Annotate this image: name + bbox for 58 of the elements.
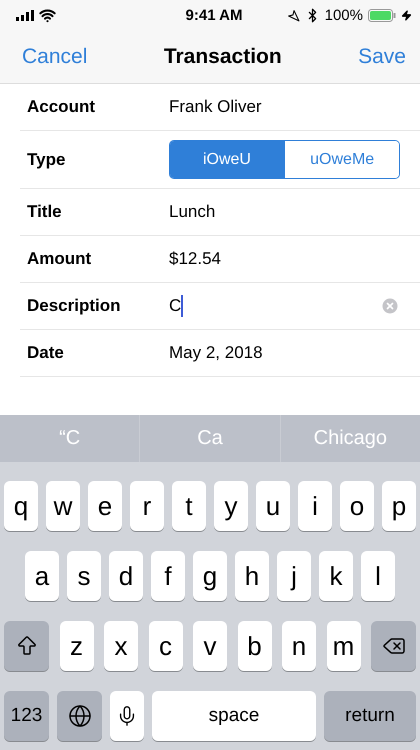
letter-key[interactable]: c	[148, 621, 182, 671]
field-label: Description	[26, 296, 122, 316]
return-key[interactable]: return	[324, 691, 416, 741]
letter-key[interactable]: s	[67, 551, 101, 601]
letter-key[interactable]: h	[235, 551, 269, 601]
text-cursor	[181, 295, 184, 317]
shift-key[interactable]	[4, 621, 49, 671]
field-label: Account	[26, 97, 96, 117]
wifi-icon	[39, 6, 56, 24]
letter-key[interactable]: i	[298, 481, 332, 531]
letter-key[interactable]: u	[256, 481, 290, 531]
letter-key[interactable]: v	[193, 621, 227, 671]
cancel-button[interactable]: Cancel	[22, 44, 88, 68]
battery-icon	[368, 8, 396, 22]
field-label: Title	[26, 202, 63, 222]
letter-key[interactable]: r	[130, 481, 164, 531]
letter-key[interactable]: d	[109, 551, 143, 601]
field-label: Date	[26, 343, 65, 363]
description-field[interactable]: C	[169, 295, 400, 317]
letter-key[interactable]: b	[238, 621, 272, 671]
letter-key[interactable]: y	[214, 481, 248, 531]
save-button[interactable]: Save	[358, 44, 406, 68]
microphone-key[interactable]	[110, 691, 144, 741]
signal-icon	[16, 10, 34, 20]
charging-icon	[401, 10, 412, 20]
nav-title: Transaction	[164, 44, 282, 68]
field-value: Frank Oliver	[169, 97, 262, 117]
globe-key[interactable]	[57, 691, 102, 741]
letter-key[interactable]: t	[172, 481, 206, 531]
letter-key[interactable]: e	[88, 481, 122, 531]
letter-key[interactable]: q	[4, 481, 38, 531]
letter-key[interactable]: w	[46, 481, 80, 531]
globe-icon	[68, 704, 92, 728]
field-label: Type	[26, 150, 66, 170]
field-value: $12.54	[169, 249, 221, 269]
segment-button[interactable]: iOweU	[170, 141, 284, 178]
field-value: May 2, 2018	[169, 343, 263, 363]
letter-key[interactable]: o	[340, 481, 374, 531]
letter-key[interactable]: n	[282, 621, 316, 671]
letter-key[interactable]: k	[319, 551, 353, 601]
letter-key[interactable]: a	[25, 551, 59, 601]
location-icon	[286, 8, 300, 22]
letter-key[interactable]: p	[382, 481, 416, 531]
field-label: Amount	[26, 249, 92, 269]
letter-key[interactable]: x	[104, 621, 138, 671]
letter-key[interactable]: f	[151, 551, 185, 601]
segment-button[interactable]: uOweMe	[284, 141, 399, 178]
numbers-key[interactable]: 123	[4, 691, 49, 741]
status-time: 9:41 AM	[186, 6, 242, 24]
letter-key[interactable]: m	[326, 621, 360, 671]
space-key[interactable]: space	[152, 691, 316, 741]
letter-key[interactable]: l	[361, 551, 395, 601]
field-value: Lunch	[169, 202, 216, 222]
letter-key[interactable]: z	[60, 621, 94, 671]
battery-percent: 100%	[324, 6, 363, 24]
letter-key[interactable]: g	[193, 551, 227, 601]
delete-key[interactable]	[371, 621, 416, 671]
letter-key[interactable]: j	[277, 551, 311, 601]
